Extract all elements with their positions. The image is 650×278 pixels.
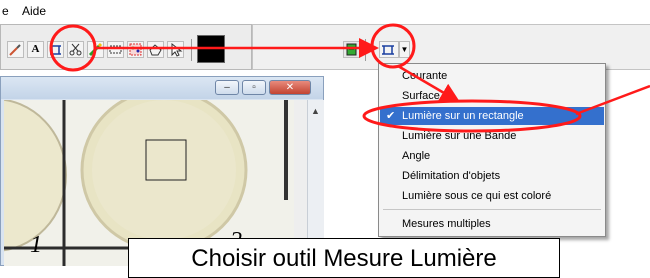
measure-light-button[interactable] (379, 41, 399, 58)
close-button[interactable]: ✕ (269, 80, 311, 95)
menu-item-angle[interactable]: Angle (380, 147, 604, 165)
toolbar-separator (191, 39, 192, 61)
pointer-icon[interactable] (167, 41, 184, 58)
menu-item-surface[interactable]: Surface (380, 87, 604, 105)
lasso-icon[interactable] (147, 41, 164, 58)
menu-item-lumiere-bande[interactable]: Lumière sur une Bande (380, 127, 604, 145)
menu-separator (383, 209, 601, 210)
toolbar-separator (365, 39, 366, 61)
caption-box: Choisir outil Mesure Lumière (128, 238, 560, 278)
color-swatch[interactable] (197, 35, 225, 63)
image-window-titlebar[interactable]: – ▫ ✕ (1, 77, 323, 99)
grid-select-icon[interactable] (127, 41, 144, 58)
menu-item-courante[interactable]: Courante (380, 67, 604, 85)
measure-menu: Courante Surface ✔ Lumière sur un rectan… (378, 63, 606, 237)
text-tool-button[interactable]: A (27, 41, 44, 58)
measure-tool-button[interactable] (47, 41, 64, 58)
chevron-down-icon[interactable]: ▼ (399, 41, 410, 58)
scroll-tool-icon[interactable] (343, 41, 360, 58)
scissors-icon[interactable] (67, 41, 84, 58)
menu-item-delimitation[interactable]: Délimitation d'objets (380, 167, 604, 185)
menu-item-aide[interactable]: Aide (22, 4, 46, 18)
toolbar-panel-tools: A (0, 24, 252, 70)
menu-item-mesures-multiples[interactable]: Mesures multiples (380, 215, 604, 233)
menubar: e Aide (0, 0, 650, 22)
well-label-1: 1 (30, 232, 42, 258)
rectangle-select-icon[interactable] (107, 41, 124, 58)
menu-item-e[interactable]: e (2, 4, 9, 18)
pencil-icon[interactable] (87, 41, 104, 58)
scroll-up-arrow-icon[interactable]: ▲ (311, 106, 320, 116)
menu-item-lumiere-colore[interactable]: Lumière sous ce qui est coloré (380, 187, 604, 205)
maximize-button[interactable]: ▫ (242, 80, 266, 95)
checkmark-icon: ✔ (386, 110, 396, 122)
minimize-button[interactable]: – (215, 80, 239, 95)
paintbrush-icon[interactable] (7, 41, 24, 58)
menu-item-lumiere-rectangle[interactable]: ✔ Lumière sur un rectangle (380, 107, 604, 125)
